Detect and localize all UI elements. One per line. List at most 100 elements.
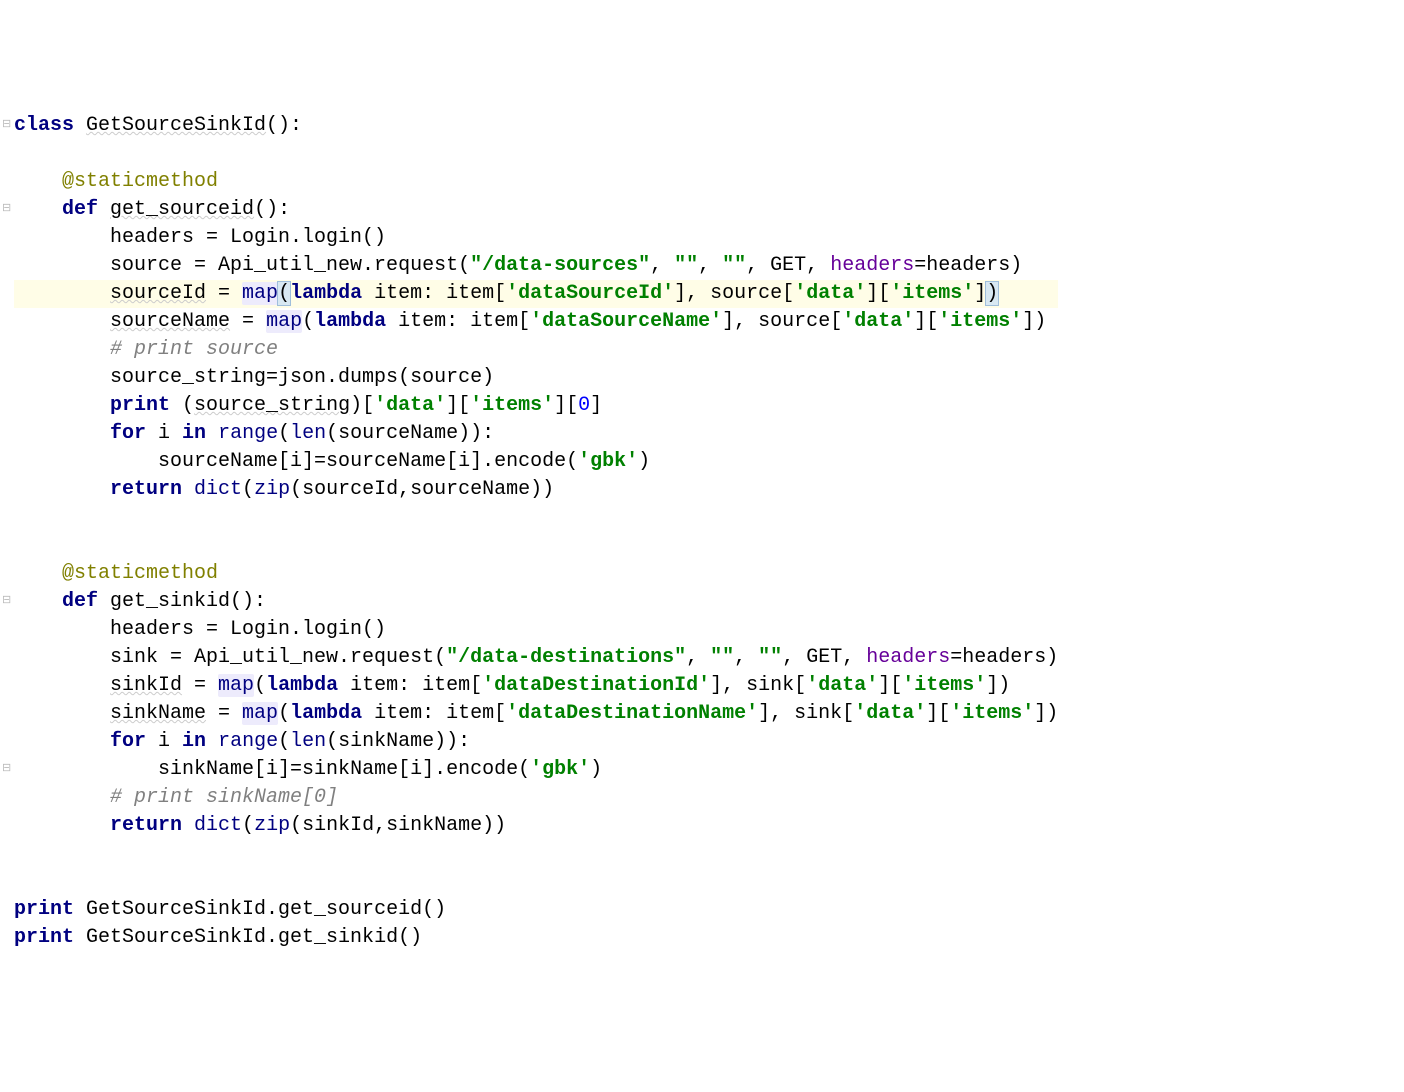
- code-token: "": [722, 254, 746, 277]
- code-line[interactable]: # print source: [14, 336, 1058, 364]
- code-token: item: item[: [350, 674, 482, 697]
- code-token: (: [182, 394, 194, 417]
- code-line[interactable]: [14, 504, 1058, 532]
- code-token: 'dataSourceId': [506, 282, 674, 305]
- code-token: ():: [266, 114, 302, 137]
- code-line[interactable]: print (source_string)['data']['items'][0…: [14, 392, 1058, 420]
- code-token: "/data-destinations": [446, 646, 686, 669]
- code-line[interactable]: # print sinkName[0]: [14, 784, 1058, 812]
- code-token: =: [182, 674, 218, 697]
- code-line[interactable]: sinkName = map(lambda item: item['dataDe…: [14, 700, 1058, 728]
- code-token: map: [242, 702, 278, 725]
- code-token: source_string: [194, 394, 350, 417]
- code-token: ][: [914, 310, 938, 333]
- code-token: ][: [446, 394, 470, 417]
- code-token: len: [290, 730, 326, 753]
- code-token: zip: [254, 478, 290, 501]
- code-line[interactable]: sink = Api_util_new.request("/data-desti…: [14, 644, 1058, 672]
- code-token: get_sinkid():: [110, 590, 266, 613]
- code-token: ], source[: [722, 310, 842, 333]
- code-line[interactable]: headers = Login.login(): [14, 224, 1058, 252]
- code-token: print: [14, 898, 86, 921]
- code-line[interactable]: headers = Login.login(): [14, 616, 1058, 644]
- code-line[interactable]: class GetSourceSinkId():: [14, 112, 1058, 140]
- code-token: map: [266, 310, 302, 333]
- editor-gutter: ⊟⊟⊟⊟💡: [0, 112, 14, 952]
- fold-toggle-icon[interactable]: ⊟: [2, 764, 12, 774]
- code-token: # print sinkName[0]: [110, 786, 338, 809]
- code-token: lambda: [314, 310, 398, 333]
- code-token: dict: [194, 478, 242, 501]
- code-token: sourceName[i]=sourceName[i].encode(: [158, 450, 578, 473]
- code-line[interactable]: [14, 868, 1058, 896]
- code-token: ,: [698, 254, 722, 277]
- code-token: (: [278, 422, 290, 445]
- code-line[interactable]: sourceName[i]=sourceName[i].encode('gbk'…: [14, 448, 1058, 476]
- code-token: get_sourceid: [110, 198, 254, 221]
- code-line[interactable]: sourceName = map(lambda item: item['data…: [14, 308, 1058, 336]
- code-token: for: [110, 730, 158, 753]
- code-token: @staticmethod: [62, 562, 218, 585]
- code-line[interactable]: def get_sinkid():: [14, 588, 1058, 616]
- code-token: ], sink[: [758, 702, 854, 725]
- code-token: (: [302, 310, 314, 333]
- code-token: 'gbk': [578, 450, 638, 473]
- code-token: (: [242, 478, 254, 501]
- code-token: 'data': [854, 702, 926, 725]
- code-line[interactable]: sinkId = map(lambda item: item['dataDest…: [14, 672, 1058, 700]
- code-token: headers = Login.login(): [110, 226, 386, 249]
- fold-toggle-icon[interactable]: ⊟: [2, 596, 12, 606]
- code-token: sourceId: [110, 282, 206, 305]
- code-line[interactable]: [14, 532, 1058, 560]
- code-line[interactable]: sourceId = map(lambda item: item['dataSo…: [14, 280, 1058, 308]
- code-token: @staticmethod: [62, 170, 218, 193]
- code-token: map: [242, 282, 278, 305]
- code-token: ][: [926, 702, 950, 725]
- code-token: for: [110, 422, 158, 445]
- code-token: class: [14, 114, 86, 137]
- code-line[interactable]: for i in range(len(sinkName)):: [14, 728, 1058, 756]
- code-line[interactable]: print GetSourceSinkId.get_sourceid(): [14, 896, 1058, 924]
- code-line[interactable]: def get_sourceid():: [14, 196, 1058, 224]
- fold-toggle-icon[interactable]: ⊟: [2, 120, 12, 130]
- code-token: (: [254, 674, 266, 697]
- code-token: (: [278, 730, 290, 753]
- code-token: , GET,: [746, 254, 830, 277]
- fold-toggle-icon[interactable]: ⊟: [2, 204, 12, 214]
- code-token: sinkName[i]=sinkName[i].encode(: [158, 758, 530, 781]
- code-token: 'items': [902, 674, 986, 697]
- code-line[interactable]: return dict(zip(sinkId,sinkName)): [14, 812, 1058, 840]
- code-token: # print source: [110, 338, 278, 361]
- code-token: ][: [554, 394, 578, 417]
- code-token: GetSourceSinkId: [86, 114, 266, 137]
- code-line[interactable]: return dict(zip(sourceId,sourceName)): [14, 476, 1058, 504]
- code-token: ]): [986, 674, 1010, 697]
- code-line[interactable]: source_string=json.dumps(source): [14, 364, 1058, 392]
- code-token: ): [638, 450, 650, 473]
- code-token: headers: [866, 646, 950, 669]
- code-token: ]): [1034, 702, 1058, 725]
- code-line[interactable]: @staticmethod: [14, 168, 1058, 196]
- code-token: 'items': [938, 310, 1022, 333]
- code-line[interactable]: for i in range(len(sourceName)):: [14, 420, 1058, 448]
- code-token: =: [206, 702, 242, 725]
- code-token: return: [110, 814, 194, 837]
- code-editor[interactable]: ⊟⊟⊟⊟💡 class GetSourceSinkId(): @staticme…: [0, 112, 1404, 952]
- code-token: =headers): [950, 646, 1058, 669]
- code-token: ,: [734, 646, 758, 669]
- code-line[interactable]: [14, 840, 1058, 868]
- code-token: source = Api_util_new.request(: [110, 254, 470, 277]
- code-token: ]: [590, 394, 602, 417]
- code-token: sourceName: [110, 310, 230, 333]
- code-line[interactable]: [14, 140, 1058, 168]
- code-token: def: [62, 590, 110, 613]
- code-line[interactable]: @staticmethod: [14, 560, 1058, 588]
- code-token: ][: [878, 674, 902, 697]
- code-token: 'data': [842, 310, 914, 333]
- code-line[interactable]: source = Api_util_new.request("/data-sou…: [14, 252, 1058, 280]
- code-token: def: [62, 198, 110, 221]
- code-line[interactable]: sinkName[i]=sinkName[i].encode('gbk'): [14, 756, 1058, 784]
- code-area[interactable]: class GetSourceSinkId(): @staticmethod d…: [14, 112, 1058, 952]
- code-line[interactable]: print GetSourceSinkId.get_sinkid(): [14, 924, 1058, 952]
- code-token: (sourceId,sourceName)): [290, 478, 554, 501]
